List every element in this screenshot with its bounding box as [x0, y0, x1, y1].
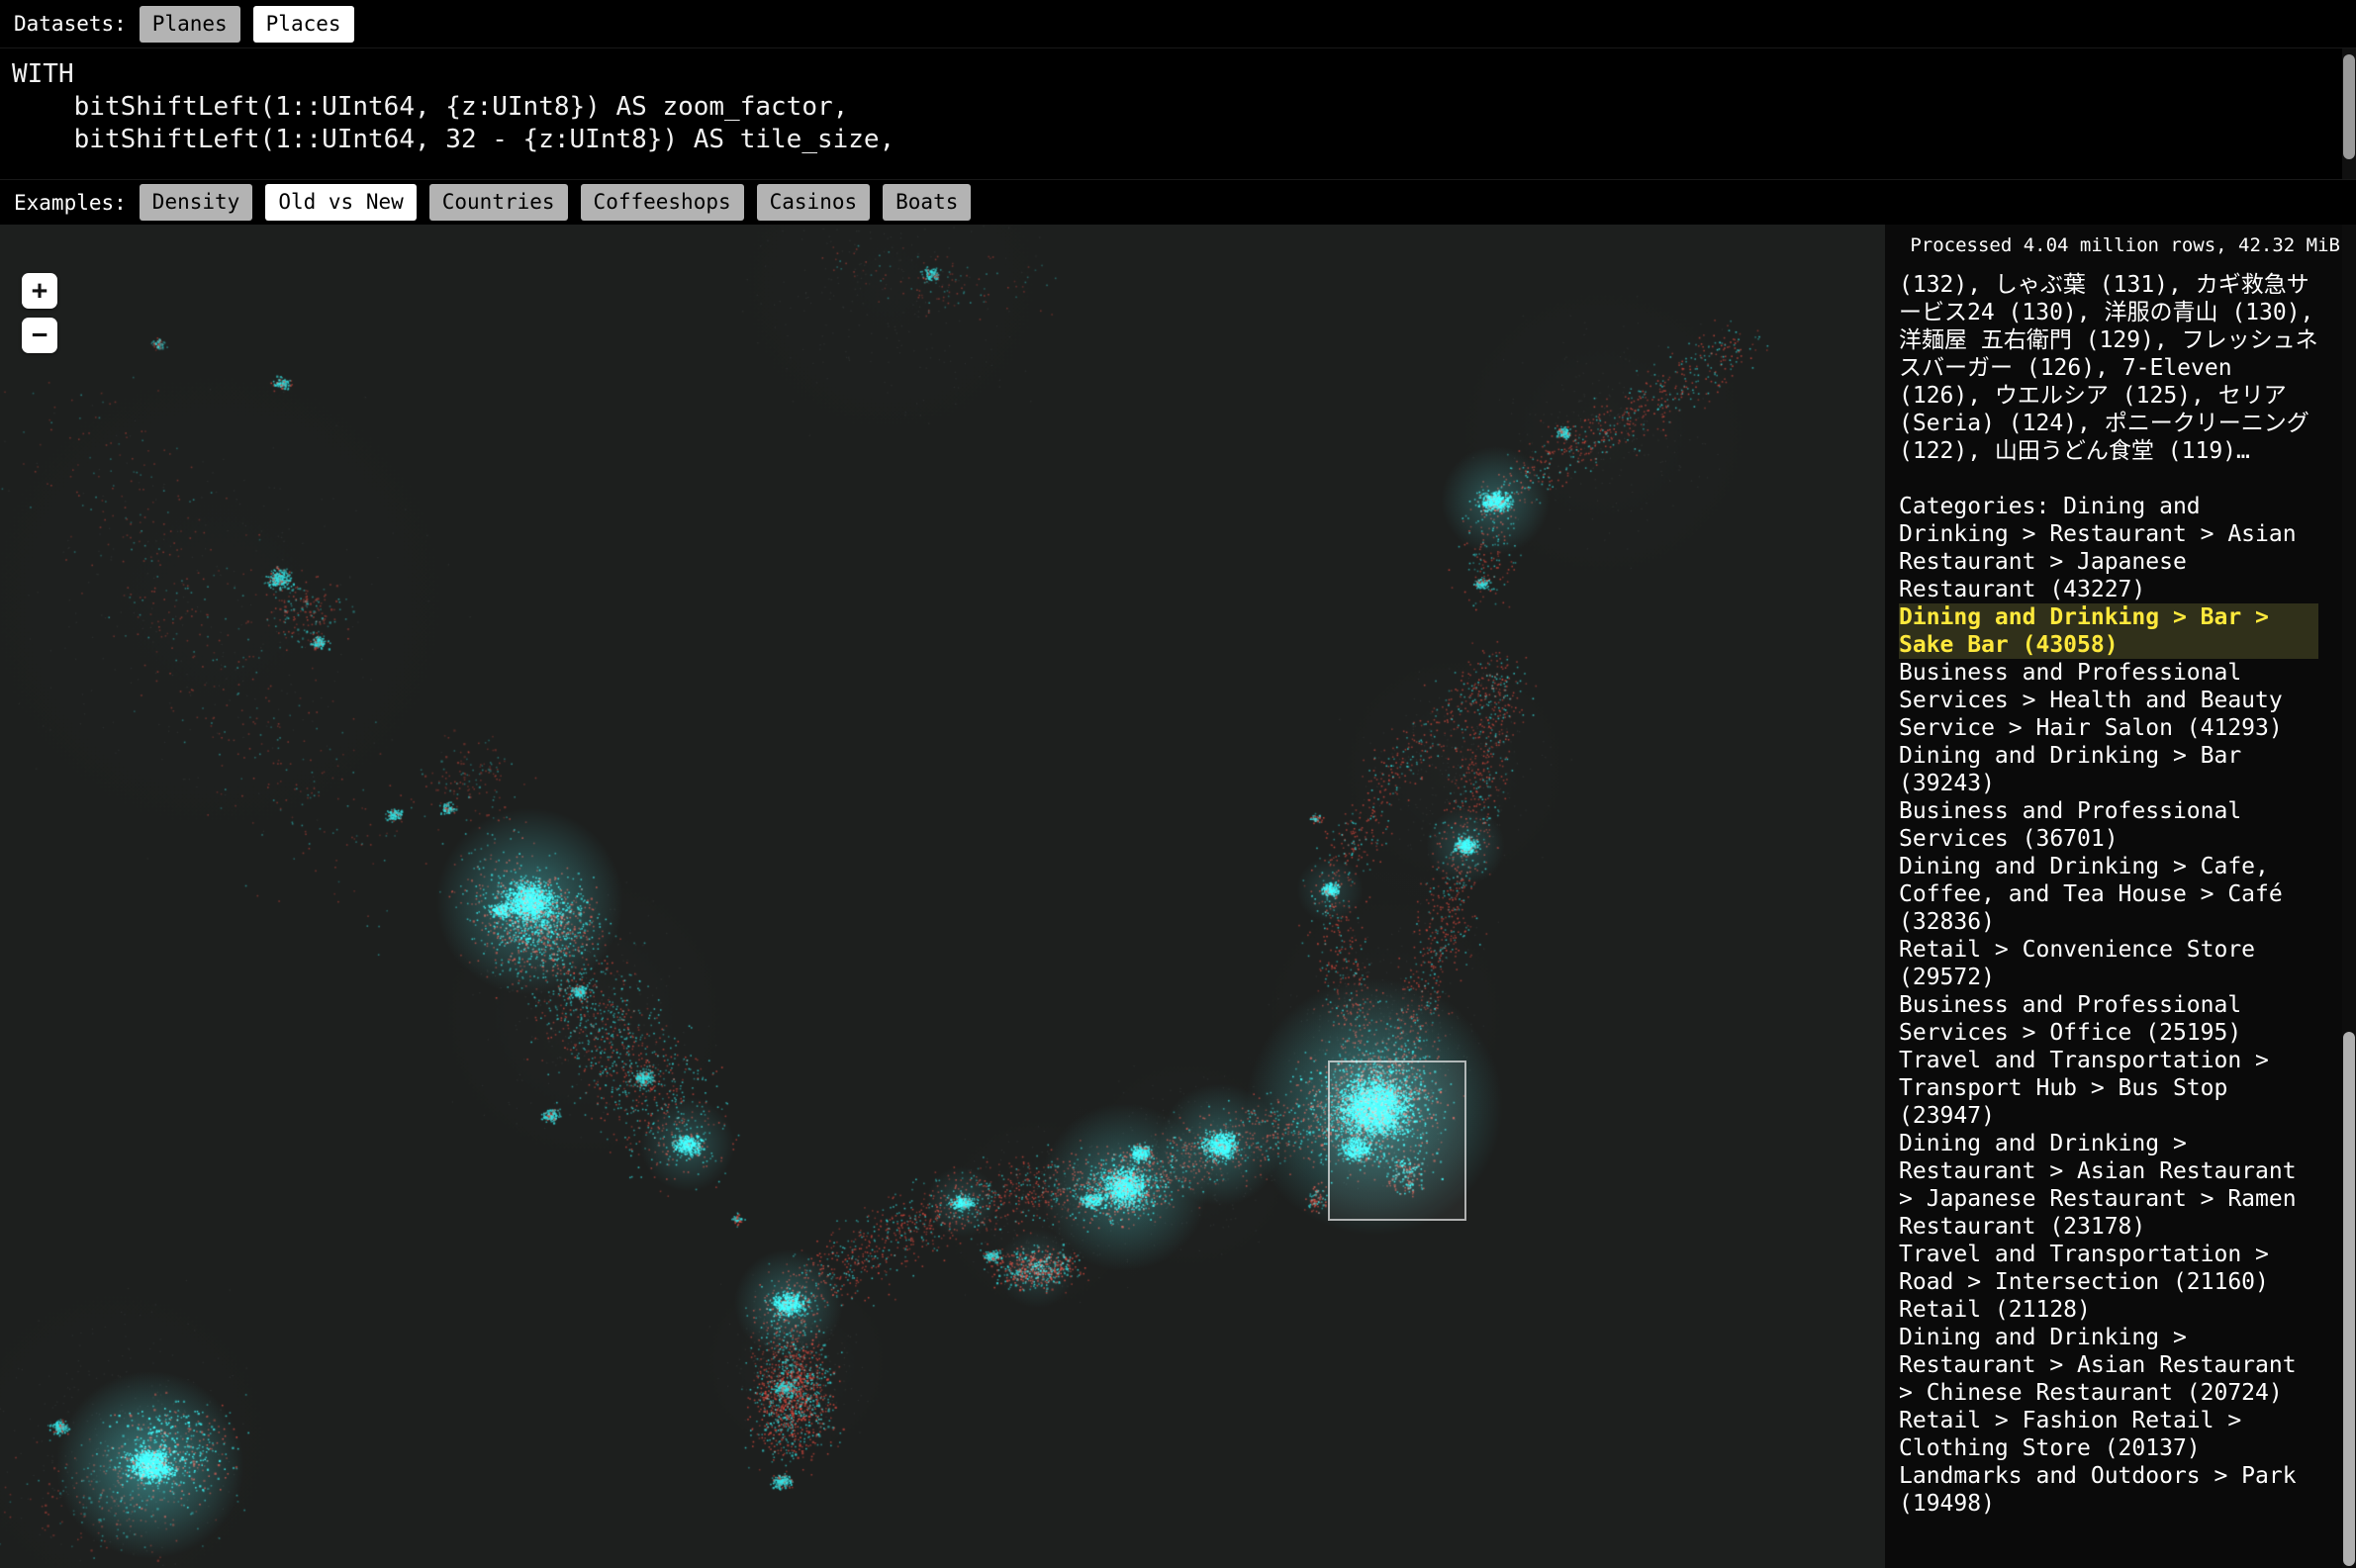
category-item-highlighted: Dining and Drinking > Bar > Sake Bar (43… — [1899, 603, 2318, 659]
content-area: + − Processed 4.04 million rows, 42.32 M… — [0, 225, 2356, 1568]
example-button-boats[interactable]: Boats — [883, 184, 971, 221]
examples-bar: Examples: Density Old vs New Countries C… — [0, 180, 2356, 225]
example-button-casinos[interactable]: Casinos — [757, 184, 871, 221]
example-button-density[interactable]: Density — [140, 184, 253, 221]
category-item: Business and Professional Services > Hea… — [1899, 659, 2318, 742]
brand-counts-text: (132), しゃぶ葉 (131), カギ救急サービス24 (130), 洋服の… — [1899, 271, 2318, 465]
category-item: Travel and Transportation > Transport Hu… — [1899, 1047, 2318, 1130]
category-item: Business and Professional Services (3670… — [1899, 797, 2318, 853]
dataset-button-planes[interactable]: Planes — [140, 6, 240, 43]
datasets-bar: Datasets: Planes Places — [0, 0, 2356, 47]
map[interactable]: + − — [0, 225, 1885, 1568]
example-button-coffeeshops[interactable]: Coffeeshops — [581, 184, 744, 221]
category-item: Landmarks and Outdoors > Park (19498) — [1899, 1462, 2318, 1518]
example-button-countries[interactable]: Countries — [429, 184, 568, 221]
datasets-label: Datasets: — [14, 12, 127, 36]
results-panel: Processed 4.04 million rows, 42.32 MiB (… — [1885, 225, 2356, 1568]
category-item: Business and Professional Services > Off… — [1899, 991, 2318, 1047]
zoom-in-button[interactable]: + — [22, 273, 57, 309]
example-button-old-vs-new[interactable]: Old vs New — [265, 184, 416, 221]
sql-editor-scrollbar-thumb[interactable] — [2343, 54, 2355, 159]
zoom-controls: + − — [22, 273, 57, 353]
zoom-out-button[interactable]: − — [22, 318, 57, 353]
sql-line: bitShiftLeft(1::UInt64, {z:UInt8}) AS zo… — [12, 91, 2332, 124]
category-item: Retail (21128) — [1899, 1296, 2318, 1324]
category-item: Dining and Drinking > Restaurant > Asian… — [1899, 1324, 2318, 1407]
categories-label: Categories: — [1899, 494, 2063, 519]
category-item: Categories: Dining and Drinking > Restau… — [1899, 493, 2318, 603]
examples-label: Examples: — [14, 191, 127, 215]
category-item: Retail > Fashion Retail > Clothing Store… — [1899, 1407, 2318, 1462]
category-item: Travel and Transportation > Road > Inter… — [1899, 1241, 2318, 1296]
map-canvas[interactable] — [0, 225, 1885, 1568]
sql-line: bitShiftLeft(1::UInt64, 32 - {z:UInt8}) … — [12, 124, 2332, 156]
category-item: Retail > Convenience Store (29572) — [1899, 936, 2318, 991]
category-item: Dining and Drinking > Bar (39243) — [1899, 742, 2318, 797]
sql-editor-scrollbar[interactable] — [2342, 48, 2356, 179]
categories-block: Categories: Dining and Drinking > Restau… — [1899, 493, 2318, 1518]
category-item: Dining and Drinking > Restaurant > Asian… — [1899, 1130, 2318, 1241]
page-scrollbar[interactable] — [2342, 225, 2356, 1568]
page-scrollbar-thumb[interactable] — [2343, 1032, 2355, 1566]
app-root: Datasets: Planes Places WITH bitShiftLef… — [0, 0, 2356, 1568]
dataset-button-places[interactable]: Places — [253, 6, 354, 43]
selection-rectangle[interactable] — [1328, 1061, 1466, 1221]
sql-line: WITH — [12, 58, 2332, 91]
sql-editor[interactable]: WITH bitShiftLeft(1::UInt64, {z:UInt8}) … — [0, 47, 2356, 180]
processed-status: Processed 4.04 million rows, 42.32 MiB — [1899, 231, 2340, 259]
category-item: Dining and Drinking > Cafe, Coffee, and … — [1899, 853, 2318, 936]
